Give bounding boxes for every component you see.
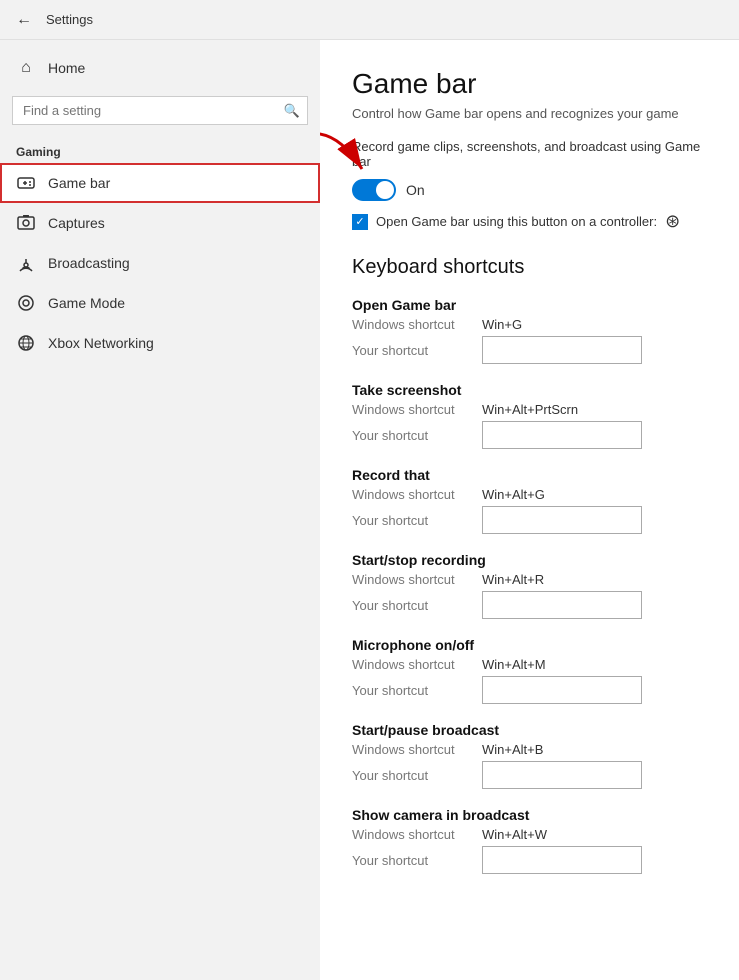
shortcut-your-input-5[interactable]	[482, 761, 642, 789]
controller-checkbox-row: Open Game bar using this button on a con…	[352, 211, 707, 232]
page-title: Game bar	[352, 68, 707, 100]
sidebar-item-xbox-networking[interactable]: Xbox Networking	[0, 323, 320, 363]
shortcut-windows-label-3: Windows shortcut	[352, 572, 482, 587]
shortcut-action-0: Open Game bar	[352, 297, 707, 313]
controller-checkbox[interactable]	[352, 214, 368, 230]
shortcut-action-6: Show camera in broadcast	[352, 807, 707, 823]
search-box: 🔍	[12, 96, 308, 125]
shortcut-windows-row-6: Windows shortcut Win+Alt+W	[352, 827, 707, 842]
shortcut-windows-value-3: Win+Alt+R	[482, 572, 544, 587]
shortcut-windows-row-2: Windows shortcut Win+Alt+G	[352, 487, 707, 502]
shortcut-windows-row-1: Windows shortcut Win+Alt+PrtScrn	[352, 402, 707, 417]
shortcut-windows-label-0: Windows shortcut	[352, 317, 482, 332]
shortcut-your-label-6: Your shortcut	[352, 853, 482, 868]
sidebar-home-label: Home	[48, 60, 85, 76]
back-icon: ←	[16, 11, 32, 29]
shortcut-windows-value-1: Win+Alt+PrtScrn	[482, 402, 578, 417]
toggle-label: On	[406, 182, 425, 198]
back-button[interactable]: ←	[12, 8, 36, 32]
shortcut-your-label-3: Your shortcut	[352, 598, 482, 613]
record-label: Record game clips, screenshots, and broa…	[352, 139, 707, 169]
shortcut-your-input-6[interactable]	[482, 846, 642, 874]
sidebar-item-game-mode[interactable]: Game Mode	[0, 283, 320, 323]
sidebar-item-captures-label: Captures	[48, 215, 105, 231]
shortcut-group-5: Start/pause broadcast Windows shortcut W…	[352, 722, 707, 789]
shortcut-your-label-4: Your shortcut	[352, 683, 482, 698]
sidebar-section-label: Gaming	[0, 137, 320, 163]
shortcut-your-input-3[interactable]	[482, 591, 642, 619]
shortcut-windows-label-4: Windows shortcut	[352, 657, 482, 672]
toggle-container: On	[352, 179, 707, 201]
xbox-networking-icon	[16, 333, 36, 353]
shortcut-group-0: Open Game bar Windows shortcut Win+G You…	[352, 297, 707, 364]
title-bar: ← Settings	[0, 0, 739, 40]
shortcut-windows-value-2: Win+Alt+G	[482, 487, 545, 502]
sidebar-item-home[interactable]: ⌂ Home	[0, 48, 320, 88]
shortcut-group-3: Start/stop recording Windows shortcut Wi…	[352, 552, 707, 619]
shortcut-windows-value-6: Win+Alt+W	[482, 827, 547, 842]
shortcut-windows-row-4: Windows shortcut Win+Alt+M	[352, 657, 707, 672]
shortcut-your-row-2: Your shortcut	[352, 506, 707, 534]
shortcut-windows-value-0: Win+G	[482, 317, 522, 332]
content-area: Game bar Control how Game bar opens and …	[320, 40, 739, 980]
shortcut-windows-label-2: Windows shortcut	[352, 487, 482, 502]
shortcut-group-6: Show camera in broadcast Windows shortcu…	[352, 807, 707, 874]
shortcut-windows-value-5: Win+Alt+B	[482, 742, 543, 757]
controller-checkbox-label: Open Game bar using this button on a con…	[376, 214, 657, 229]
shortcut-action-5: Start/pause broadcast	[352, 722, 707, 738]
home-icon: ⌂	[16, 58, 36, 78]
search-input[interactable]	[12, 96, 308, 125]
record-toggle[interactable]	[352, 179, 396, 201]
shortcut-your-label-0: Your shortcut	[352, 343, 482, 358]
shortcut-your-row-3: Your shortcut	[352, 591, 707, 619]
shortcut-windows-row-3: Windows shortcut Win+Alt+R	[352, 572, 707, 587]
sidebar-item-game-mode-label: Game Mode	[48, 295, 125, 311]
sidebar-item-broadcasting[interactable]: Broadcasting	[0, 243, 320, 283]
shortcut-your-label-2: Your shortcut	[352, 513, 482, 528]
sidebar-item-xbox-networking-label: Xbox Networking	[48, 335, 154, 351]
sidebar: ⌂ Home 🔍 Gaming Game bar	[0, 40, 320, 980]
shortcut-windows-value-4: Win+Alt+M	[482, 657, 546, 672]
keyboard-shortcuts-title: Keyboard shortcuts	[352, 256, 707, 279]
shortcut-your-row-4: Your shortcut	[352, 676, 707, 704]
shortcut-your-row-0: Your shortcut	[352, 336, 707, 364]
shortcut-group-4: Microphone on/off Windows shortcut Win+A…	[352, 637, 707, 704]
shortcut-your-row-5: Your shortcut	[352, 761, 707, 789]
sidebar-item-captures[interactable]: Captures	[0, 203, 320, 243]
shortcut-your-input-2[interactable]	[482, 506, 642, 534]
shortcut-windows-label-1: Windows shortcut	[352, 402, 482, 417]
toggle-row: On	[352, 179, 707, 201]
shortcut-windows-label-6: Windows shortcut	[352, 827, 482, 842]
xbox-icon: ⊛	[665, 211, 680, 232]
shortcut-action-4: Microphone on/off	[352, 637, 707, 653]
shortcut-your-row-6: Your shortcut	[352, 846, 707, 874]
shortcut-action-3: Start/stop recording	[352, 552, 707, 568]
shortcut-windows-row-5: Windows shortcut Win+Alt+B	[352, 742, 707, 757]
shortcut-windows-label-5: Windows shortcut	[352, 742, 482, 757]
shortcut-your-input-1[interactable]	[482, 421, 642, 449]
game-bar-icon	[16, 173, 36, 193]
game-mode-icon	[16, 293, 36, 313]
shortcut-group-2: Record that Windows shortcut Win+Alt+G Y…	[352, 467, 707, 534]
sidebar-item-game-bar[interactable]: Game bar	[0, 163, 320, 203]
shortcut-action-1: Take screenshot	[352, 382, 707, 398]
main-layout: ⌂ Home 🔍 Gaming Game bar	[0, 40, 739, 980]
broadcasting-icon	[16, 253, 36, 273]
shortcut-windows-row-0: Windows shortcut Win+G	[352, 317, 707, 332]
shortcut-your-label-1: Your shortcut	[352, 428, 482, 443]
sidebar-item-game-bar-label: Game bar	[48, 175, 110, 191]
search-icon: 🔍	[284, 103, 300, 119]
title-bar-text: Settings	[46, 12, 93, 27]
shortcut-your-row-1: Your shortcut	[352, 421, 707, 449]
shortcut-group-1: Take screenshot Windows shortcut Win+Alt…	[352, 382, 707, 449]
shortcut-your-label-5: Your shortcut	[352, 768, 482, 783]
shortcut-action-2: Record that	[352, 467, 707, 483]
page-subtitle: Control how Game bar opens and recognize…	[352, 106, 707, 121]
shortcut-your-input-4[interactable]	[482, 676, 642, 704]
shortcuts-container: Open Game bar Windows shortcut Win+G You…	[352, 297, 707, 874]
captures-icon	[16, 213, 36, 233]
sidebar-item-broadcasting-label: Broadcasting	[48, 255, 130, 271]
shortcut-your-input-0[interactable]	[482, 336, 642, 364]
